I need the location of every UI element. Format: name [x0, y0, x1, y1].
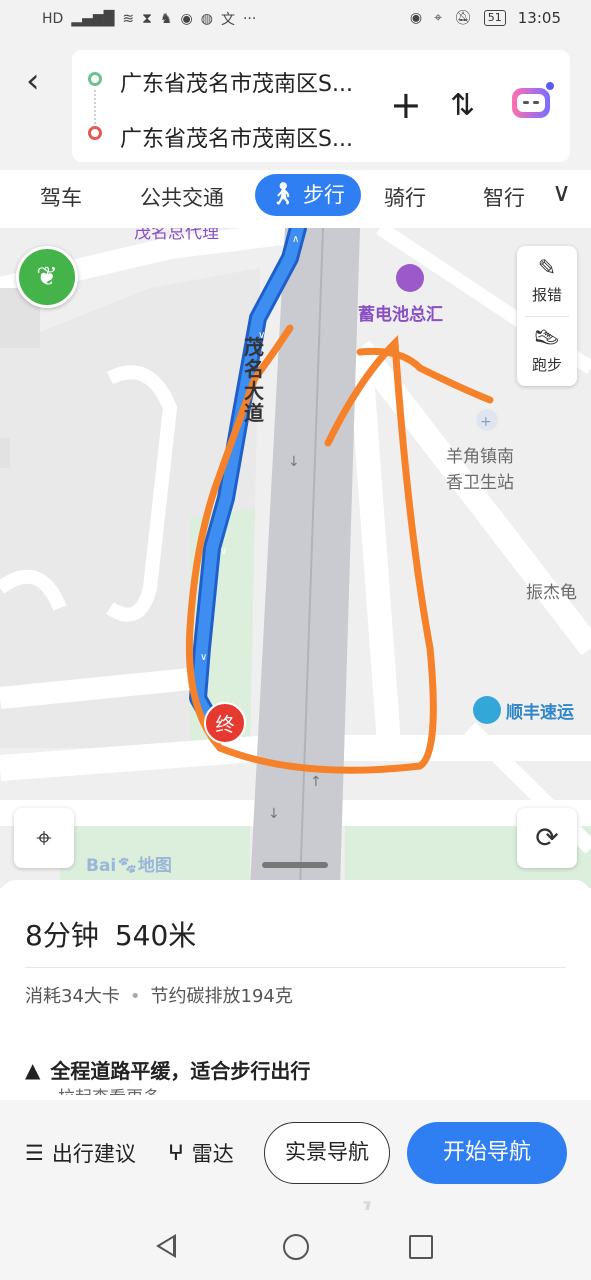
poi-right-partial[interactable]: 振杰龟	[526, 578, 577, 603]
status-icons-right: ◉ ⌖ 🔕︎ 51 13:05	[410, 9, 561, 27]
svg-text:↑: ↑	[310, 774, 322, 790]
route-distance: 540米	[114, 919, 197, 952]
poi-sf-express[interactable]: 顺丰速运	[506, 698, 574, 723]
signal-icon: ▂▄▆█	[71, 11, 115, 27]
calories-burned: 消耗34大卡	[25, 986, 120, 1007]
map-canvas: ↓ ↓ ↑ ∧ ∨ ∨ ∨ +	[0, 228, 591, 888]
road-name-label: 茂名大道	[244, 335, 264, 425]
bottom-action-bar: ☰ 出行建议 ⵖ 雷达 实景导航 开始导航	[0, 1100, 591, 1210]
shoe-icon: 👟︎	[533, 326, 561, 351]
travel-mode-tabs: 驾车 公共交通 🚶︎ 步行 骑行 智行 ∨	[0, 170, 591, 228]
start-location-field[interactable]: 广东省茂名市茂南区S...	[120, 66, 353, 98]
svg-text:∨: ∨	[220, 546, 227, 557]
refresh-icon: ⟳	[535, 821, 559, 854]
poi-clinic-line2[interactable]: 香卫生站	[446, 468, 514, 493]
travel-suggestion-label: 出行建议	[51, 1142, 136, 1166]
svg-text:↓: ↓	[288, 454, 300, 470]
edit-icon: ✎	[537, 256, 557, 281]
route-connector	[94, 90, 96, 124]
terrain-icon: ▲	[25, 1057, 41, 1082]
route-time-distance: 8分钟 540米	[25, 914, 196, 954]
svg-text:+: +	[480, 414, 492, 430]
map-view[interactable]: ↓ ↓ ↑ ∧ ∨ ∨ ∨ + 茂名总代理 蓄电池总汇 羊角镇南 香卫生站 振杰…	[0, 228, 591, 888]
baidu-map-logo: Bai🐾︎地图	[86, 856, 172, 876]
battery-icon: 51	[483, 10, 506, 26]
run-mode-button[interactable]: 👟︎ 跑步	[517, 326, 577, 375]
nav-back-icon[interactable]	[156, 1234, 176, 1258]
hourglass-icon: ⧗	[142, 11, 152, 27]
carbon-saved: 节约碳排放194克	[150, 986, 293, 1007]
app-icon: ◍	[200, 11, 213, 27]
sheet-grab-handle[interactable]	[262, 862, 328, 868]
location-icon: ⌖	[434, 10, 442, 26]
chevron-down-icon[interactable]: ∨	[552, 178, 571, 208]
crosshair-icon: ⌖	[36, 821, 52, 854]
radar-label: 雷达	[191, 1142, 234, 1166]
list-icon: ☰	[25, 1141, 44, 1165]
svg-text:∨: ∨	[200, 652, 207, 663]
add-waypoint-icon[interactable]: +	[390, 86, 422, 124]
route-duration: 8分钟	[25, 919, 99, 952]
nav-recent-icon[interactable]	[409, 1235, 433, 1259]
nav-home-icon[interactable]	[283, 1234, 309, 1260]
stats-separator: •	[129, 986, 141, 1007]
translate-icon: 文	[220, 12, 235, 28]
hd-icon: HD	[42, 11, 64, 27]
mute-icon: 🔕︎	[453, 10, 472, 26]
radar-icon: ⵖ	[168, 1141, 184, 1165]
more-icon: ···	[242, 11, 257, 27]
run-mode-label: 跑步	[531, 356, 562, 374]
start-navigation-button[interactable]: 开始导航	[407, 1122, 567, 1184]
walking-person-icon: 🚶︎	[269, 182, 297, 207]
status-time: 13:05	[517, 9, 561, 27]
side-divider	[525, 316, 569, 317]
route-header: ‹ 广东省茂名市茂南区S... 广东省茂名市茂南区S... + ⇅	[0, 40, 591, 170]
back-icon[interactable]: ‹	[26, 64, 56, 98]
tab-walk[interactable]: 🚶︎ 步行	[255, 174, 361, 216]
tab-walk-label: 步行	[302, 183, 345, 207]
map-side-panel: ✎ 报错 👟︎ 跑步	[517, 246, 577, 386]
assistant-robot-icon[interactable]	[512, 80, 556, 118]
status-bar: HD ▂▄▆█ ≋ ⧗ ♞ ◉ ◍ 文 ··· ◉ ⌖ 🔕︎ 51 13:05	[0, 0, 591, 40]
end-dot-icon	[88, 126, 102, 140]
svg-text:∧: ∧	[292, 234, 299, 245]
tab-smart[interactable]: 智行	[483, 182, 525, 212]
report-error-label: 报错	[531, 286, 562, 304]
notification-badge	[544, 80, 556, 92]
locate-me-button[interactable]: ⌖	[14, 808, 74, 868]
ar-navigation-button[interactable]: 实景导航	[264, 1122, 390, 1184]
browser-icon: ◉	[180, 11, 193, 27]
poi-battery-shop[interactable]: 蓄电池总汇	[358, 300, 443, 325]
travel-suggestion-button[interactable]: ☰ 出行建议	[25, 1138, 136, 1168]
start-dot-icon	[88, 72, 102, 86]
summary-divider	[25, 967, 566, 968]
poi-clinic-line1[interactable]: 羊角镇南	[446, 442, 514, 467]
eco-leaf-button[interactable]: ❦	[16, 246, 78, 308]
report-error-button[interactable]: ✎ 报错	[517, 256, 577, 305]
svg-text:↓: ↓	[268, 806, 280, 822]
route-input-box: 广东省茂名市茂南区S... 广东省茂名市茂南区S... + ⇅	[72, 50, 570, 162]
route-tip-text: 全程道路平缓，适合步行出行	[50, 1059, 311, 1083]
route-tip: ▲ 全程道路平缓，适合步行出行	[25, 1055, 310, 1084]
swap-route-icon[interactable]: ⇅	[450, 88, 475, 123]
tab-public-transit[interactable]: 公共交通	[140, 182, 224, 212]
pull-up-hint: 拉起查看更多	[58, 1083, 160, 1095]
poi-top-partial[interactable]: 茂名总代理	[134, 228, 219, 243]
system-nav-bar	[0, 1210, 591, 1280]
tab-drive[interactable]: 驾车	[40, 182, 82, 212]
route-summary-sheet[interactable]: 8分钟 540米 消耗34大卡 • 节约碳排放194克 ▲ 全程道路平缓，适合步行出行…	[0, 880, 591, 1105]
qq-icon: ♞	[159, 11, 173, 27]
refresh-route-button[interactable]: ⟳	[517, 808, 577, 868]
eye-icon: ◉	[409, 10, 423, 26]
tab-bike[interactable]: 骑行	[384, 182, 426, 212]
status-icons-left: HD ▂▄▆█ ≋ ⧗ ♞ ◉ ◍ 文 ···	[42, 9, 256, 29]
wifi-icon: ≋	[122, 11, 135, 27]
route-stats: 消耗34大卡 • 节约碳排放194克	[25, 982, 293, 1008]
end-location-field[interactable]: 广东省茂名市茂南区S...	[120, 121, 353, 153]
destination-marker[interactable]: 终	[204, 702, 246, 744]
radar-button[interactable]: ⵖ 雷达	[168, 1138, 234, 1168]
